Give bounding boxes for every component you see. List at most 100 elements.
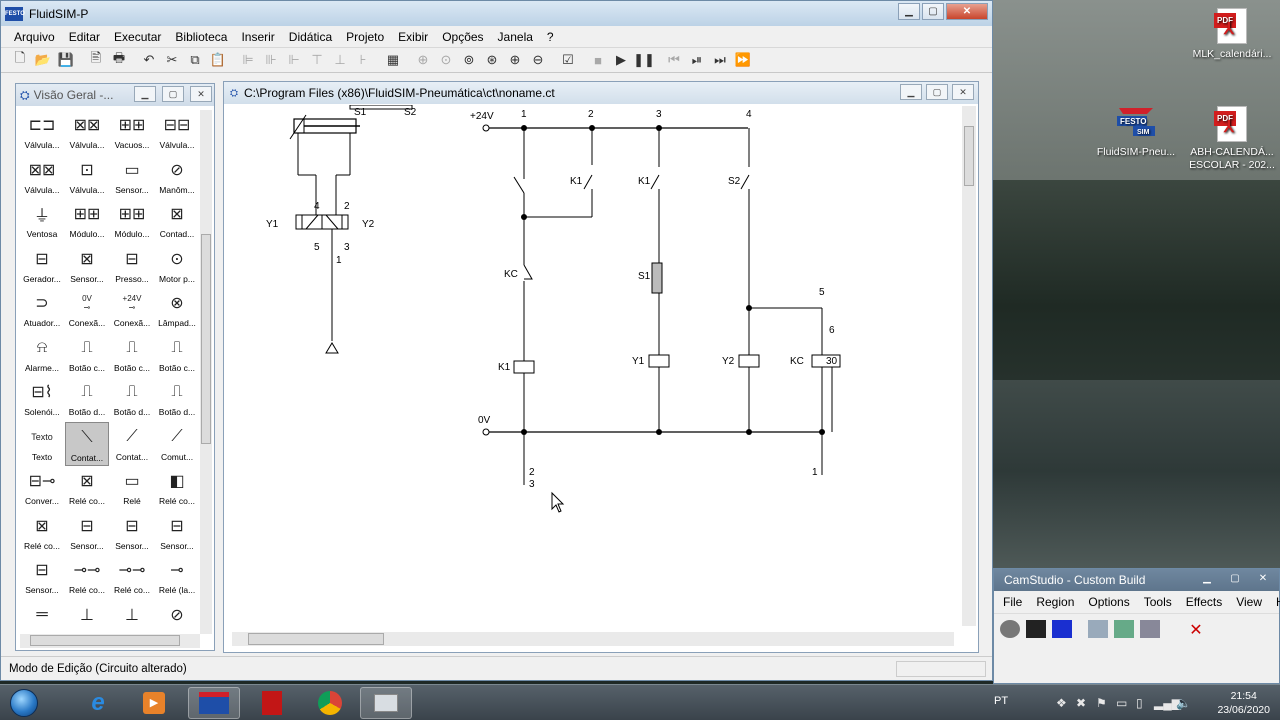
overview-close-button[interactable]: ✕ (190, 86, 212, 102)
library-item[interactable]: ⊠ Relé co... (65, 466, 109, 511)
overview-maximize-button[interactable]: ▢ (162, 86, 184, 102)
library-item[interactable]: ⊥ (65, 600, 109, 637)
library-item[interactable]: +24V ⊸ Conexã... (110, 288, 154, 333)
overview-vertical-scrollbar[interactable] (200, 110, 212, 634)
pneumatic-cylinder[interactable] (289, 105, 413, 140)
align-right-icon[interactable]: ⊩ (283, 49, 305, 71)
open-folder-icon[interactable]: 📂 (32, 49, 54, 71)
pause-icon[interactable]: ❚❚ (633, 49, 655, 71)
overview-horizontal-scrollbar[interactable] (20, 634, 200, 648)
circuit-close-button[interactable]: ✕ (952, 84, 974, 100)
start-button[interactable] (4, 687, 44, 719)
library-item[interactable]: ⏚ Ventosa (20, 199, 64, 244)
zoom-previous-icon[interactable]: ⊛ (481, 49, 503, 71)
step-forward-icon[interactable]: ⏭ (709, 49, 731, 71)
library-item[interactable]: ⟋ Comut... (155, 422, 199, 467)
maximize-button[interactable]: ▢ (922, 3, 944, 20)
library-item[interactable]: ⍾ Alarme... (20, 333, 64, 378)
menu-executar[interactable]: Executar (107, 30, 168, 44)
library-item[interactable]: ⎍ Botão c... (110, 333, 154, 378)
library-item[interactable]: ⊙ Motor p... (155, 244, 199, 289)
print-preview-icon[interactable]: 🖹 (85, 49, 107, 71)
circuit-minimize-button[interactable]: ▁ (900, 84, 922, 100)
library-item[interactable]: ⎍ Botão c... (65, 333, 109, 378)
menu-exibir[interactable]: Exibir (391, 30, 435, 44)
library-item[interactable]: ⊠ Sensor... (65, 244, 109, 289)
library-item[interactable]: ⊘ Manôm... (155, 155, 199, 200)
new-file-icon[interactable]: 🗋 (9, 49, 31, 71)
cam-menu-tools[interactable]: Tools (1137, 595, 1179, 609)
library-item[interactable]: ⟋ Contat... (110, 422, 154, 467)
play-icon[interactable]: ▶ (610, 49, 632, 71)
menu-janela[interactable]: Janela (491, 30, 540, 44)
grid-icon[interactable]: ▦ (382, 49, 404, 71)
align-top-icon[interactable]: ⊤ (306, 49, 328, 71)
library-item[interactable]: ⊠⊠ Válvula... (20, 155, 64, 200)
desktop-icon-mlk-pdf[interactable]: PDF ⅄ MLK_calendári... (1184, 8, 1280, 61)
cam-menu-view[interactable]: View (1229, 595, 1269, 609)
print-icon[interactable]: 🖶 (108, 49, 130, 71)
library-item[interactable]: ⊟⊸ Conver... (20, 466, 64, 511)
align-left-icon[interactable]: ⊫ (237, 49, 259, 71)
library-item[interactable]: ⊃ Atuador... (20, 288, 64, 333)
menu-arquivo[interactable]: Arquivo (7, 30, 62, 44)
record-icon[interactable] (1000, 619, 1020, 638)
stop-icon[interactable]: ■ (587, 49, 609, 71)
library-item[interactable]: ⊏⊐ Válvula... (20, 110, 64, 155)
library-item[interactable]: ⊟ Sensor... (65, 511, 109, 556)
menu-opcoes[interactable]: Opções (435, 30, 490, 44)
pause-icon[interactable] (1026, 619, 1046, 638)
align-center-icon[interactable]: ⊪ (260, 49, 282, 71)
check-icon[interactable]: ☑ (557, 49, 579, 71)
fast-forward-icon[interactable]: ⏩ (732, 49, 754, 71)
action-icon[interactable]: ▭ (1116, 696, 1127, 710)
desktop-icon-fluidsim[interactable]: FESTO SIM FluidSIM-Pneu... (1088, 106, 1184, 159)
library-item[interactable]: ⊟ Sensor... (20, 555, 64, 600)
menu-biblioteca[interactable]: Biblioteca (168, 30, 234, 44)
zoom-all-icon[interactable]: ⊚ (458, 49, 480, 71)
step-icon[interactable]: ⏯ (686, 49, 708, 71)
library-item[interactable]: ⊠ Relé co... (20, 511, 64, 556)
menu-editar[interactable]: Editar (62, 30, 107, 44)
language-indicator[interactable]: PT (994, 695, 1008, 707)
swf-icon[interactable] (1140, 619, 1160, 638)
minimize-button[interactable]: ▁ (898, 3, 920, 20)
taskbar-acrobat[interactable] (246, 687, 298, 719)
library-item[interactable]: ⊠ Contad... (155, 199, 199, 244)
menu-inserir[interactable]: Inserir (234, 30, 281, 44)
library-item[interactable]: ▭ Relé (110, 466, 154, 511)
library-item[interactable]: ⊟⊟ Válvula... (155, 110, 199, 155)
library-item[interactable]: ═ (20, 600, 64, 637)
circuit-horizontal-scrollbar[interactable] (232, 632, 954, 646)
library-item[interactable]: ⊘ (155, 600, 199, 637)
menu-projeto[interactable]: Projeto (339, 30, 391, 44)
undo-icon[interactable]: ↶ (138, 49, 160, 71)
library-item[interactable]: ⊥ (110, 600, 154, 637)
library-item[interactable]: ⊟⌇ Solenói... (20, 377, 64, 422)
cam-menu-effects[interactable]: Effects (1179, 595, 1229, 609)
camstudio-close-button[interactable]: ✕ (1251, 571, 1275, 587)
library-item-selected[interactable]: ⟍ Contat... (65, 421, 109, 466)
library-item[interactable]: ⊟ Sensor... (110, 511, 154, 556)
zoom-window-icon[interactable]: ⊙ (435, 49, 457, 71)
taskbar-ie[interactable]: e (72, 687, 124, 719)
clock[interactable]: 21:54 23/06/2020 (1217, 689, 1270, 717)
library-item[interactable]: ⊸⊸ Relé co... (65, 555, 109, 600)
circuit-canvas[interactable]: S1 S2 4 2 Y1 Y2 5 3 1 +24V 0V 1 2 3 4 5 … (232, 105, 962, 635)
k1-coil[interactable] (513, 360, 535, 374)
flag-icon[interactable]: ⚑ (1096, 696, 1107, 710)
region-icon[interactable]: ✕ (1186, 620, 1206, 639)
cam-menu-region[interactable]: Region (1029, 595, 1081, 609)
library-item[interactable]: ⊟ Presso... (110, 244, 154, 289)
zoom-out-icon[interactable]: ⊖ (527, 49, 549, 71)
paste-icon[interactable]: 📋 (207, 49, 229, 71)
library-item[interactable]: ⎍ Botão d... (155, 377, 199, 422)
zoom-fit-icon[interactable]: ⊕ (412, 49, 434, 71)
volume-icon[interactable]: 🔈 (1176, 696, 1191, 710)
library-item[interactable]: 0V ⊸ Conexã... (65, 288, 109, 333)
reset-icon[interactable]: ⏮ (663, 49, 685, 71)
library-item[interactable]: ⊠⊠ Válvula... (65, 110, 109, 155)
library-item[interactable]: Texto Texto (20, 422, 64, 467)
dropbox-icon[interactable]: ❖ (1056, 696, 1067, 710)
library-item[interactable]: ⎍ Botão c... (155, 333, 199, 378)
